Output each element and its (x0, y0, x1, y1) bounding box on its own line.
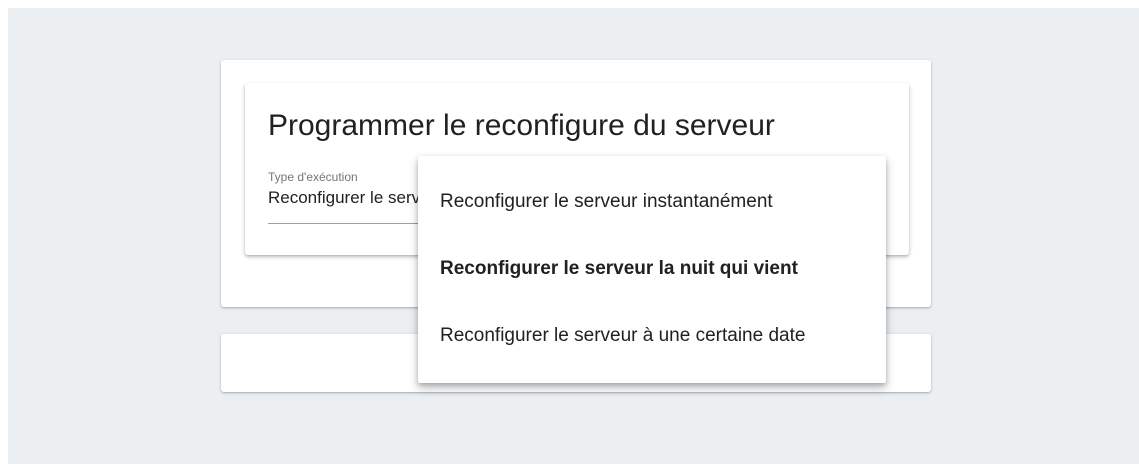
card-title: Programmer le reconfigure du serveur (268, 109, 775, 142)
menu-item-instant[interactable]: Reconfigurer le serveur instantanément (418, 168, 886, 235)
menu-item-tonight[interactable]: Reconfigurer le serveur la nuit qui vien… (418, 235, 886, 302)
execution-type-select[interactable]: Reconfigurer le serveur la nuit qui vien… (268, 188, 428, 224)
menu-item-certain-date[interactable]: Reconfigurer le serveur à une certaine d… (418, 302, 886, 369)
execution-type-label: Type d'exécution (268, 170, 358, 184)
execution-type-dropdown-menu: Reconfigurer le serveur instantanément R… (418, 156, 886, 383)
page-background: Programmer le reconfigure du serveur Typ… (8, 8, 1139, 464)
